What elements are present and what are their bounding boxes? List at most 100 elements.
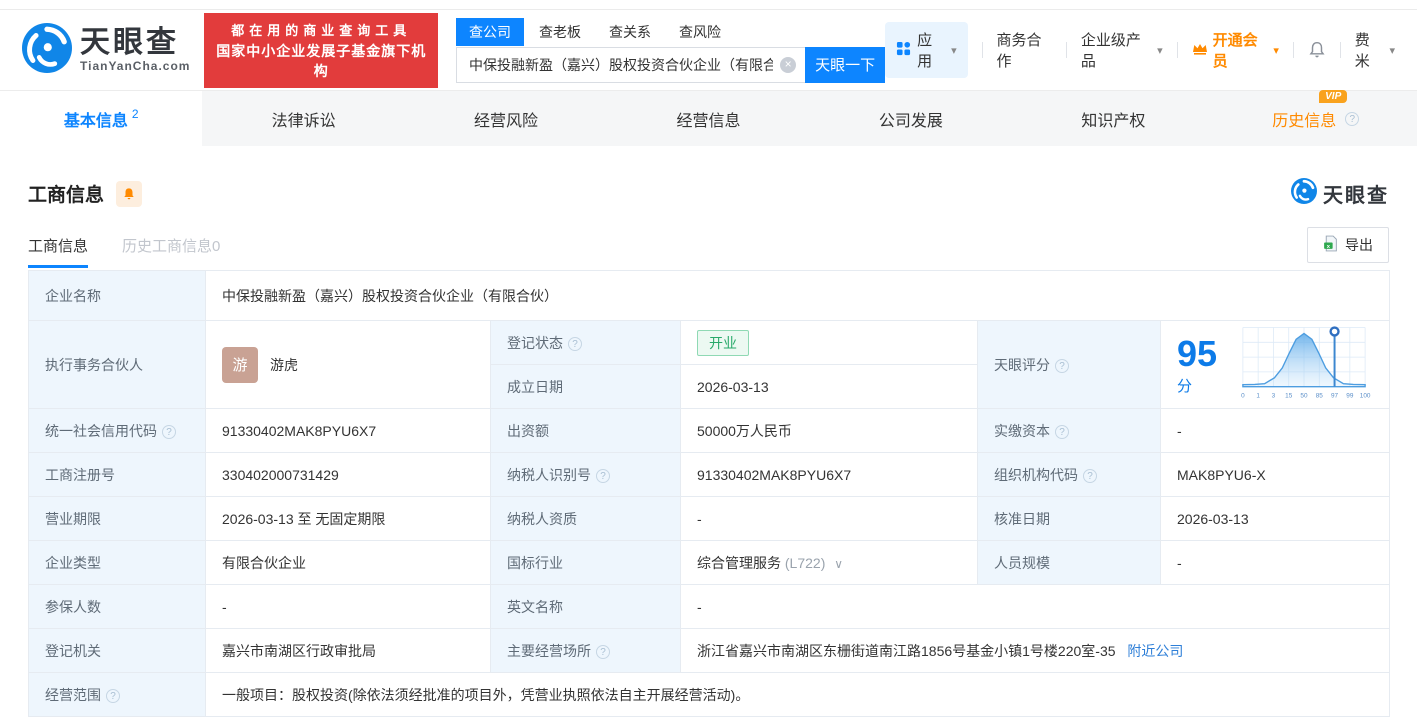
staff-size-value: -	[1159, 540, 1391, 585]
help-icon[interactable]	[1055, 358, 1069, 373]
divider	[1176, 42, 1178, 58]
table-row: 登记机关 嘉兴市南湖区行政审批局 主要经营场所 浙江省嘉兴市南湖区东栅街道南江路…	[28, 628, 1391, 673]
field-label: 企业名称	[28, 270, 206, 321]
table-row: 营业期限 2026-03-13 至 无固定期限 纳税人资质 - 核准日期 202…	[28, 496, 1391, 541]
brand-watermark: 天眼查	[1291, 178, 1389, 209]
help-icon[interactable]	[568, 336, 582, 351]
approval-date-value: 2026-03-13	[1159, 496, 1391, 541]
field-label: 出资额	[490, 408, 681, 453]
logo-subtitle: TianYanCha.com	[80, 58, 191, 73]
top-menu: 应用 商务合作 企业级产品 开通会员 费米	[885, 22, 1395, 78]
tianyancha-logo-icon	[1291, 178, 1317, 209]
divider	[1292, 42, 1294, 58]
divider	[1065, 42, 1067, 58]
tab-legal[interactable]: 法律诉讼	[202, 91, 404, 146]
field-label: 核准日期	[977, 496, 1161, 541]
search-input[interactable]	[456, 46, 806, 83]
taxpayer-quality-value: -	[680, 496, 978, 541]
partner-name-link[interactable]: 游虎	[270, 355, 298, 375]
paid-capital-value: -	[1159, 408, 1391, 453]
help-icon[interactable]	[596, 644, 610, 659]
user-menu[interactable]: 费米	[1355, 29, 1395, 71]
field-label: 纳税人资质	[490, 496, 681, 541]
svg-text:99: 99	[1346, 393, 1354, 400]
score-value: 95	[1177, 333, 1218, 374]
logo-title: 天眼查	[80, 26, 179, 60]
org-code-value: MAK8PYU6-X	[1159, 452, 1391, 497]
business-scope-value: 一般项目：股权投资(除依法须经批准的项目外，凭营业执照依法自主开展经营活动)。	[204, 672, 1391, 717]
subtab-history-business-info[interactable]: 历史工商信息0	[122, 235, 220, 268]
section-title: 工商信息	[28, 185, 105, 206]
credit-code-value: 91330402MAK8PYU6X7	[205, 408, 491, 453]
export-button[interactable]: x 导出	[1307, 227, 1389, 263]
field-label: 参保人数	[28, 584, 206, 629]
field-label: 英文名称	[490, 584, 681, 629]
field-label: 经营范围	[28, 672, 206, 717]
search-tab-company[interactable]: 查公司	[456, 17, 525, 46]
excel-icon: x	[1323, 235, 1338, 255]
svg-text:50: 50	[1300, 393, 1308, 400]
svg-text:85: 85	[1316, 393, 1324, 400]
industry-value[interactable]: 综合管理服务 (L722)	[680, 540, 978, 585]
menu-vip[interactable]: 开通会员	[1192, 29, 1279, 71]
menu-enterprise[interactable]: 企业级产品	[1081, 29, 1163, 71]
tab-basic-info[interactable]: 基本信息 2	[0, 91, 203, 146]
svg-text:0: 0	[1241, 393, 1245, 400]
tab-intellectual-property[interactable]: 知识产权	[1012, 91, 1214, 146]
svg-text:97: 97	[1331, 393, 1339, 400]
field-label: 工商注册号	[28, 452, 206, 497]
help-icon[interactable]	[1083, 468, 1097, 483]
clear-search-icon[interactable]	[780, 56, 797, 73]
field-label: 主要经营场所	[490, 628, 681, 673]
capital-value: 50000万人民币	[680, 408, 978, 453]
monitor-bell-icon[interactable]	[116, 180, 143, 207]
score-marker-icon	[1329, 326, 1340, 337]
partner-avatar[interactable]: 游	[222, 346, 258, 383]
score-cell: 95分 0 1 3 15 50 85 97 99 100	[1159, 320, 1391, 409]
svg-text:15: 15	[1285, 393, 1293, 400]
table-row: 参保人数 - 英文名称 -	[28, 584, 1391, 629]
score-distribution-chart: 0 1 3 15 50 85 97 99 100	[1235, 323, 1373, 406]
partner-cell: 游 游虎	[205, 320, 491, 409]
help-icon[interactable]	[1055, 424, 1069, 439]
search-tabs: 查公司 查老板 查关系 查风险	[456, 17, 885, 46]
help-icon[interactable]	[596, 468, 610, 483]
business-address-value: 浙江省嘉兴市南湖区东栅街道南江路1856号基金小镇1号楼220室-35 附近公司	[679, 628, 1391, 673]
menu-cooperation[interactable]: 商务合作	[997, 29, 1052, 71]
tab-operation-risk[interactable]: 经营风险	[405, 91, 607, 146]
tab-company-development[interactable]: 公司发展	[810, 91, 1012, 146]
field-label: 纳税人识别号	[490, 452, 681, 497]
vip-badge: VIP	[1319, 89, 1348, 103]
apps-menu[interactable]: 应用	[885, 22, 968, 78]
insured-count-value: -	[205, 584, 491, 629]
table-row: 执行事务合伙人 游 游虎 登记状态 开业 天眼评分 95 分	[28, 320, 1391, 409]
field-label: 登记状态	[490, 320, 681, 365]
promo-banner: 都在用的商业查询工具 国家中小企业发展子基金旗下机构	[204, 12, 439, 88]
nearby-companies-link[interactable]: 附近公司	[1127, 643, 1183, 659]
field-label: 天眼评分	[977, 320, 1161, 409]
search-tab-boss[interactable]: 查老板	[526, 18, 594, 46]
tab-operation-info[interactable]: 经营信息	[607, 91, 809, 146]
field-label: 企业类型	[28, 540, 206, 585]
search-tab-relation[interactable]: 查关系	[596, 18, 664, 46]
svg-text:100: 100	[1360, 393, 1371, 400]
help-icon[interactable]	[1345, 111, 1360, 126]
field-label: 营业期限	[28, 496, 206, 541]
banner-line1: 都在用的商业查询工具	[231, 22, 412, 38]
site-logo[interactable]: 天眼查 TianYanCha.com	[22, 22, 191, 78]
help-icon[interactable]	[162, 424, 176, 439]
search-button[interactable]: 天眼一下	[805, 46, 886, 83]
company-name-value: 中保投融新盈（嘉兴）股权投资合伙企业（有限合伙）	[204, 270, 1391, 321]
search-tab-risk[interactable]: 查风险	[666, 18, 734, 46]
table-row: 统一社会信用代码 91330402MAK8PYU6X7 出资额 50000万人民…	[28, 408, 1391, 453]
main-content: 工商信息 天眼查 工商信息 历史工商信息0 x 导出 企业名称 中保投融新盈（嘉…	[0, 178, 1417, 717]
tianyancha-logo-icon	[22, 22, 72, 78]
field-label: 实缴资本	[977, 408, 1161, 453]
notifications-bell-icon[interactable]	[1308, 41, 1326, 59]
help-icon[interactable]	[106, 688, 120, 703]
tab-history-info[interactable]: VIP 历史信息	[1215, 89, 1417, 146]
reg-status-value: 开业	[680, 320, 978, 365]
search-block: 查公司 查老板 查关系 查风险 天眼一下	[456, 17, 886, 83]
subtab-business-info[interactable]: 工商信息	[28, 235, 89, 268]
reg-number-value: 330402000731429	[205, 452, 491, 497]
